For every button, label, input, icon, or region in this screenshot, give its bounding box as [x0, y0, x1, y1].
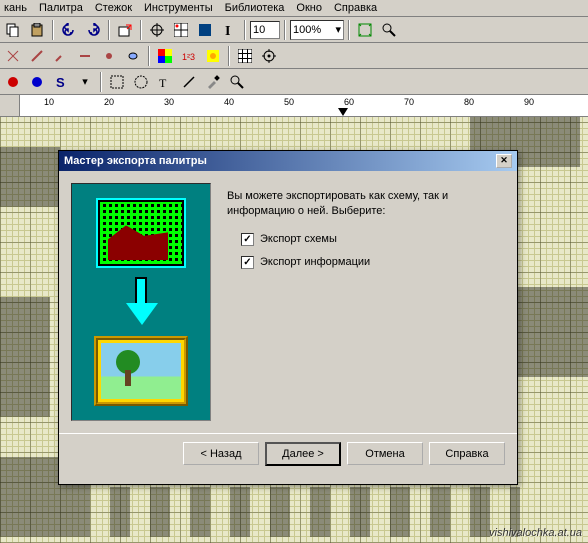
picture-thumb-icon: [94, 336, 188, 406]
ruler-marker-icon[interactable]: [338, 108, 348, 116]
dropdown-icon[interactable]: ▾: [74, 71, 96, 93]
dialog-titlebar[interactable]: Мастер экспорта палитры ✕: [59, 151, 517, 171]
eyedropper-icon[interactable]: [202, 71, 224, 93]
text-caps-icon[interactable]: T: [154, 71, 176, 93]
export-icon[interactable]: [114, 19, 136, 41]
toolbar-row-2: 1²3: [0, 43, 588, 69]
menu-item[interactable]: Библиотека: [225, 2, 285, 14]
center-icon[interactable]: [258, 45, 280, 67]
svg-text:1²3: 1²3: [182, 52, 195, 62]
wizard-illustration: [71, 183, 211, 421]
next-button[interactable]: Далее >: [265, 442, 341, 466]
export-scheme-label: Экспорт схемы: [260, 233, 337, 245]
menu-item[interactable]: Палитра: [39, 2, 83, 14]
grid-toggle-icon[interactable]: [234, 45, 256, 67]
stitch-half-icon[interactable]: [26, 45, 48, 67]
export-info-checkbox[interactable]: ✓: [241, 256, 254, 269]
chevron-down-icon: ▾: [335, 23, 341, 36]
grid-size-input[interactable]: [250, 21, 280, 39]
dialog-title-text: Мастер экспорта палитры: [64, 155, 207, 167]
toolbar-row-3: S ▾ T: [0, 69, 588, 95]
stitch-full-icon[interactable]: [2, 45, 24, 67]
undo-icon[interactable]: [58, 19, 80, 41]
toolbar-row-1: I 100%▾: [0, 17, 588, 43]
pattern-thumb-icon: [96, 198, 186, 268]
menu-item[interactable]: Окно: [296, 2, 322, 14]
grid-pattern-icon[interactable]: [170, 19, 192, 41]
magnify-icon[interactable]: [226, 71, 248, 93]
svg-text:I: I: [225, 24, 230, 37]
svg-text:S: S: [56, 75, 65, 89]
color-blue-icon[interactable]: [26, 71, 48, 93]
line-tool-icon[interactable]: [178, 71, 200, 93]
highlight-icon[interactable]: [202, 45, 224, 67]
bead-icon[interactable]: [122, 45, 144, 67]
close-button[interactable]: ✕: [496, 154, 512, 168]
palette-icon[interactable]: [154, 45, 176, 67]
menu-item[interactable]: Справка: [334, 2, 377, 14]
svg-text:T: T: [159, 76, 167, 89]
redo-icon[interactable]: [82, 19, 104, 41]
back-button[interactable]: < Назад: [183, 442, 259, 465]
export-wizard-dialog: Мастер экспорта палитры ✕ Вы можете эксп…: [58, 150, 518, 485]
menubar: кань Палитра Стежок Инструменты Библиоте…: [0, 0, 588, 17]
select-circle-icon[interactable]: [130, 71, 152, 93]
menu-item[interactable]: Стежок: [95, 2, 132, 14]
target-icon[interactable]: [146, 19, 168, 41]
fill-square-icon[interactable]: [194, 19, 216, 41]
arrow-down-icon: [126, 277, 156, 327]
cancel-button[interactable]: Отмена: [347, 442, 423, 465]
dialog-instruction: Вы можете экспортировать как схему, так …: [227, 189, 505, 219]
zoom-region-icon[interactable]: [378, 19, 400, 41]
export-info-label: Экспорт информации: [260, 256, 370, 268]
zoom-select[interactable]: 100%▾: [290, 20, 344, 40]
text-tool-icon[interactable]: I: [218, 19, 240, 41]
horizontal-ruler: 10 20 30 40 50 60 70 80 90: [0, 95, 588, 117]
knot-icon[interactable]: [98, 45, 120, 67]
stitch-back-icon[interactable]: [74, 45, 96, 67]
copy-icon[interactable]: [2, 19, 24, 41]
menu-item[interactable]: кань: [4, 2, 27, 14]
numbering-icon[interactable]: 1²3: [178, 45, 200, 67]
s-tool-icon[interactable]: S: [50, 71, 72, 93]
stitch-quarter-icon[interactable]: [50, 45, 72, 67]
watermark: vishivalochka.at.ua: [489, 527, 582, 539]
menu-item[interactable]: Инструменты: [144, 2, 213, 14]
select-rect-icon[interactable]: [106, 71, 128, 93]
export-scheme-checkbox[interactable]: ✓: [241, 233, 254, 246]
help-button[interactable]: Справка: [429, 442, 505, 465]
color-red-icon[interactable]: [2, 71, 24, 93]
paste-icon[interactable]: [26, 19, 48, 41]
fit-screen-icon[interactable]: [354, 19, 376, 41]
